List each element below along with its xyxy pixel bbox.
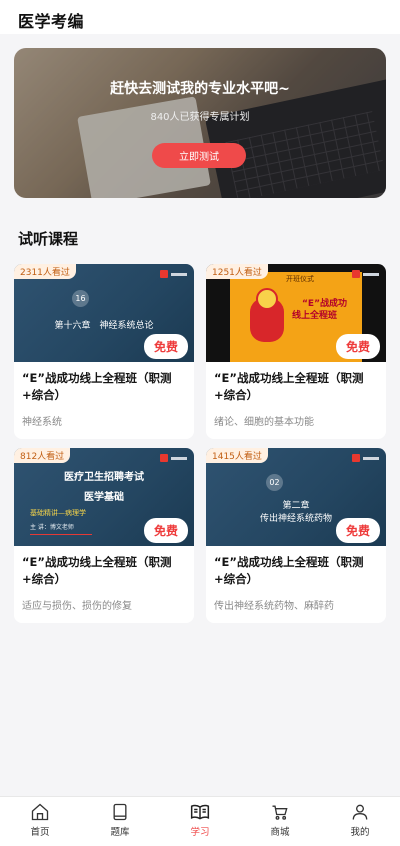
tab-label: 商城 (270, 827, 290, 838)
app-header: 医学考编 (0, 0, 400, 34)
tab-study[interactable]: 学习 (160, 797, 240, 846)
brand-logo-icon (352, 270, 380, 278)
course-card[interactable]: 02 第二章 传出神经系统药物 1415人看过 免费 “E”战成功线上全程班（职… (206, 448, 386, 623)
person-icon (352, 804, 368, 820)
tab-mall[interactable]: 商城 (240, 797, 320, 846)
thumbnail-line-1: 医疗卫生招聘考试 (64, 472, 144, 483)
start-test-button[interactable]: 立即测试 (152, 143, 246, 168)
chapter-number: 02 (266, 474, 283, 491)
tab-label: 首页 (30, 827, 50, 838)
brand-logo-icon (160, 270, 188, 278)
course-title: “E”战成功线上全程班（职测+综合） (22, 371, 172, 402)
brand-logo-icon (160, 454, 188, 462)
tab-home[interactable]: 首页 (0, 797, 80, 846)
book-icon (113, 803, 127, 821)
course-description: 传出神经系统药物、麻醉药 (214, 601, 334, 612)
course-title: “E”战成功线上全程班（职测+综合） (214, 371, 364, 402)
cart-icon (272, 805, 288, 820)
poster-subtitle: 开班仪式 (286, 275, 314, 283)
test-banner[interactable]: 赶快去测试我的专业水平吧~ 840人已获得专属计划 立即测试 (14, 48, 386, 198)
course-description: 绪论、细胞的基本功能 (214, 417, 314, 428)
main-content[interactable]: 赶快去测试我的专业水平吧~ 840人已获得专属计划 立即测试 试听课程 16 第… (0, 34, 400, 796)
tab-label: 题库 (110, 827, 130, 838)
tab-mine[interactable]: 我的 (320, 797, 400, 846)
course-title: “E”战成功线上全程班（职测+综合） (214, 555, 364, 586)
views-badge: 1415人看过 (206, 448, 268, 463)
thumbnail-line-2: 医学基础 (84, 492, 124, 503)
views-badge: 2311人看过 (14, 264, 76, 279)
page-title: 医学考编 (18, 12, 85, 31)
free-tag: 免费 (143, 518, 188, 543)
tab-question-bank[interactable]: 题库 (80, 797, 160, 846)
open-book-icon (190, 804, 210, 820)
course-card[interactable]: 16 第十六章 神经系统总论 2311人看过 免费 “E”战成功线上全程班（职测… (14, 264, 194, 439)
tab-label: 学习 (190, 827, 210, 838)
thumbnail-line-1: 第二章 (282, 501, 310, 511)
course-description: 神经系统 (22, 417, 62, 428)
banner-subtitle: 840人已获得专属计划 (150, 112, 250, 123)
chapter-number: 16 (72, 290, 89, 307)
thumbnail-line-4: 主 讲：博文老师 (30, 524, 74, 531)
thumbnail-line-3: 基础精讲—病理学 (30, 509, 86, 517)
banner-headline: 赶快去测试我的专业水平吧~ (110, 81, 290, 97)
brand-logo-icon (352, 454, 380, 462)
course-description: 适应与损伤、损伤的修复 (22, 601, 132, 612)
views-badge: 1251人看过 (206, 264, 268, 279)
course-title: “E”战成功线上全程班（职测+综合） (22, 555, 172, 586)
thumbnail-chapter-title: 第十六章 神经系统总论 (54, 321, 154, 331)
bottom-tab-bar: 首页 题库 学习 商城 我的 (0, 796, 400, 846)
poster-line-2: 线上全程班 (292, 311, 338, 321)
lion-face-image (256, 288, 278, 310)
section-title: 试听课程 (18, 230, 79, 248)
free-tag: 免费 (335, 518, 380, 543)
views-badge: 812人看过 (14, 448, 71, 463)
banner-overlay (14, 48, 386, 198)
thumbnail-divider (30, 534, 92, 535)
free-tag: 免费 (335, 334, 380, 359)
tab-label: 我的 (350, 827, 370, 838)
home-icon (31, 803, 49, 821)
course-card[interactable]: 医疗卫生招聘考试 医学基础 基础精讲—病理学 主 讲：博文老师 812人看过 免… (14, 448, 194, 623)
free-tag: 免费 (143, 334, 188, 359)
course-card[interactable]: 开班仪式 “E”战成功 线上全程班 1251人看过 免费 “E”战成功线上全程班… (206, 264, 386, 439)
